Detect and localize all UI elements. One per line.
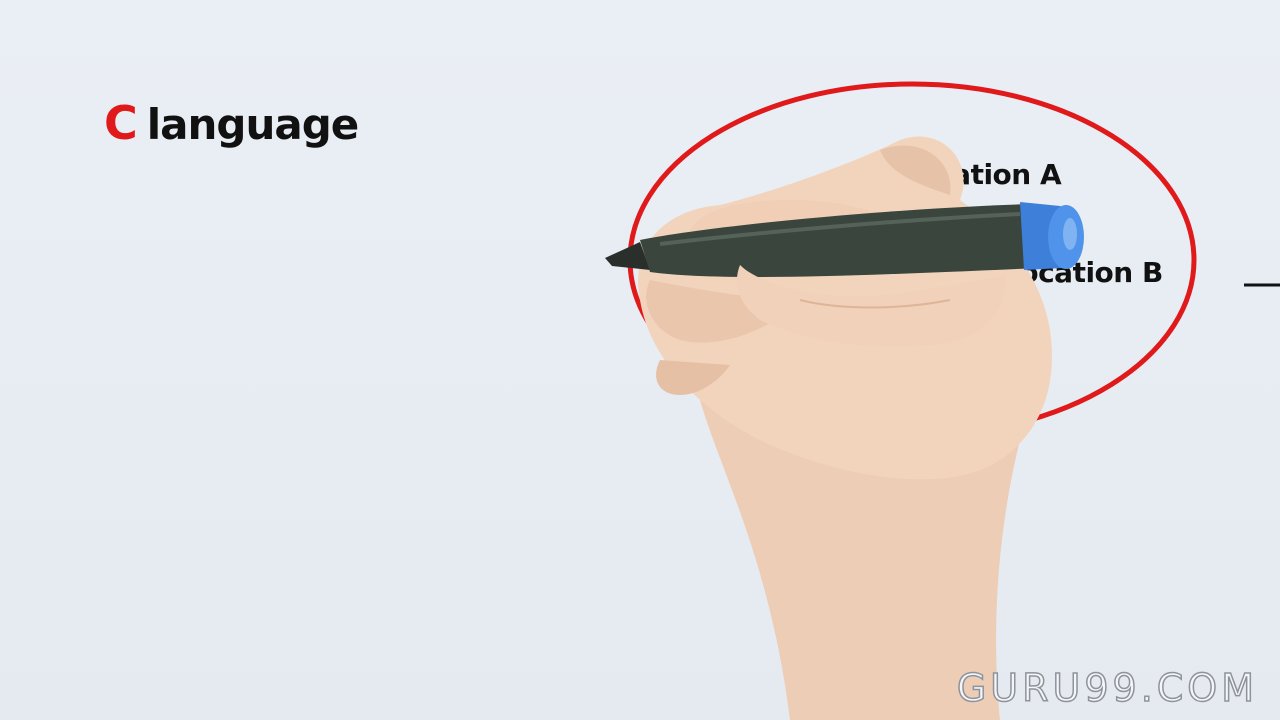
guru99-watermark: GURU99.COM [956,665,1258,711]
whiteboard-drawing [605,81,1280,720]
whiteboard-canvas: Clanguage Location A Location B GURU99.C… [0,0,1280,720]
